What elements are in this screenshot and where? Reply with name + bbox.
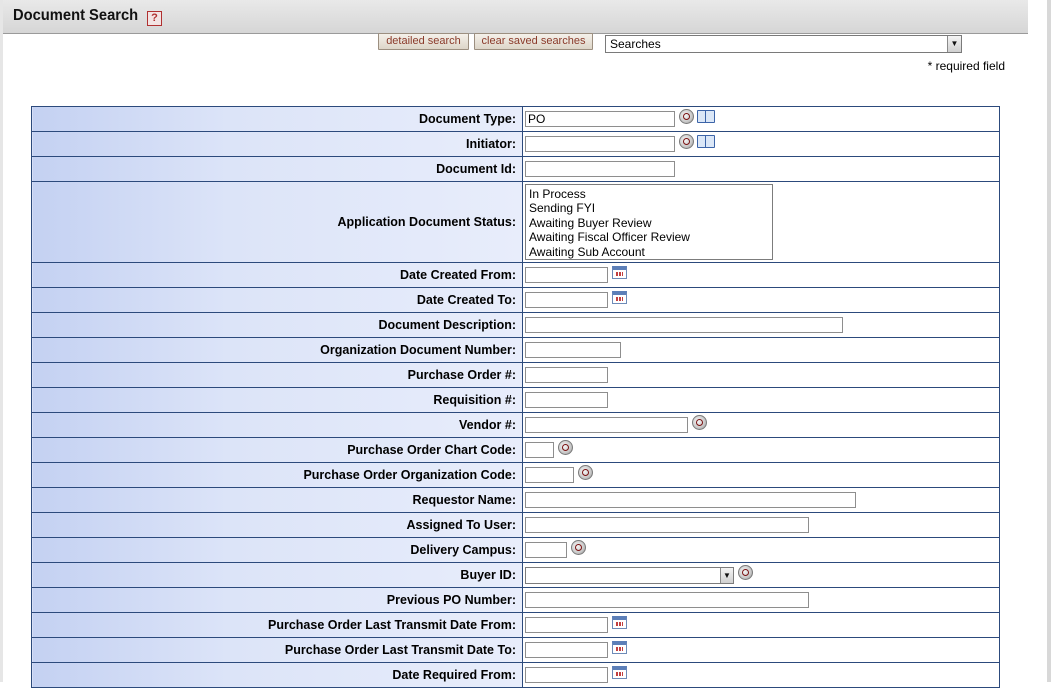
assigned-to-user-input[interactable] <box>525 517 809 533</box>
org-document-number-input[interactable] <box>525 342 621 358</box>
vendor-number-label: Vendor #: <box>31 412 523 438</box>
row-purchase-order-number: Purchase Order #: <box>31 362 1000 388</box>
list-item[interactable]: Awaiting Sub Account <box>529 245 769 259</box>
page-header: Document Search ? <box>3 0 1028 34</box>
date-created-to-label: Date Created To: <box>31 287 523 313</box>
po-last-transmit-from-input[interactable] <box>525 617 608 633</box>
lookup-icon[interactable] <box>679 133 694 149</box>
row-requisition-number: Requisition #: <box>31 387 1000 413</box>
row-assigned-to-user: Assigned To User: <box>31 512 1000 538</box>
document-description-input[interactable] <box>525 317 843 333</box>
lookup-icon[interactable] <box>738 564 753 580</box>
help-icon[interactable]: ? <box>147 11 162 26</box>
lookup-icon[interactable] <box>679 108 694 124</box>
list-item[interactable]: In Process <box>529 187 769 201</box>
requisition-number-label: Requisition #: <box>31 387 523 413</box>
po-org-code-label: Purchase Order Organization Code: <box>31 462 523 488</box>
row-document-type: Document Type: PO <box>31 106 1000 132</box>
previous-po-number-input[interactable] <box>525 592 809 608</box>
lookup-icon[interactable] <box>558 439 573 455</box>
row-date-created-from: Date Created From: <box>31 262 1000 288</box>
document-type-input[interactable]: PO <box>525 111 675 127</box>
book-icon[interactable] <box>697 134 715 148</box>
row-po-last-transmit-to: Purchase Order Last Transmit Date To: <box>31 637 1000 663</box>
row-date-required-from: Date Required From: <box>31 662 1000 688</box>
saved-searches-value: Searches <box>610 37 661 51</box>
lookup-icon[interactable] <box>578 464 593 480</box>
search-criteria-table: Document Type: PO Initiator: Document Id… <box>31 106 1000 688</box>
buyer-id-select[interactable]: ▼ <box>525 566 734 584</box>
po-chart-code-input[interactable] <box>525 442 554 458</box>
document-type-label: Document Type: <box>31 106 523 132</box>
row-delivery-campus: Delivery Campus: <box>31 537 1000 563</box>
scrollbar-track[interactable] <box>1047 0 1051 682</box>
row-po-last-transmit-from: Purchase Order Last Transmit Date From: <box>31 612 1000 638</box>
row-po-org-code: Purchase Order Organization Code: <box>31 462 1000 488</box>
initiator-label: Initiator: <box>31 131 523 157</box>
document-id-input[interactable] <box>525 161 675 177</box>
calendar-icon[interactable] <box>612 615 627 629</box>
buyer-id-label: Buyer ID: <box>31 562 523 588</box>
row-date-created-to: Date Created To: <box>31 287 1000 313</box>
document-description-label: Document Description: <box>31 312 523 338</box>
row-vendor-number: Vendor #: <box>31 412 1000 438</box>
delivery-campus-label: Delivery Campus: <box>31 537 523 563</box>
delivery-campus-input[interactable] <box>525 542 567 558</box>
po-last-transmit-from-label: Purchase Order Last Transmit Date From: <box>31 612 523 638</box>
initiator-input[interactable] <box>525 136 675 152</box>
book-icon[interactable] <box>697 109 715 123</box>
page-title: Document Search <box>13 7 139 24</box>
previous-po-number-label: Previous PO Number: <box>31 587 523 613</box>
po-chart-code-label: Purchase Order Chart Code: <box>31 437 523 463</box>
row-buyer-id: Buyer ID: ▼ <box>31 562 1000 588</box>
calendar-icon[interactable] <box>612 640 627 654</box>
saved-searches-select[interactable]: Searches ▼ <box>605 35 962 53</box>
calendar-icon[interactable] <box>612 290 627 304</box>
org-document-number-label: Organization Document Number: <box>31 337 523 363</box>
calendar-icon[interactable] <box>612 265 627 279</box>
date-required-from-label: Date Required From: <box>31 662 523 688</box>
detailed-search-button[interactable]: detailed search <box>378 33 469 50</box>
window-left-edge <box>0 0 3 682</box>
clear-saved-searches-button[interactable]: clear saved searches <box>474 33 593 50</box>
list-item[interactable]: Awaiting Buyer Review <box>529 216 769 230</box>
assigned-to-user-label: Assigned To User: <box>31 512 523 538</box>
row-app-doc-status: Application Document Status: In Process … <box>31 181 1000 263</box>
chevron-down-icon[interactable]: ▼ <box>720 567 733 583</box>
lookup-icon[interactable] <box>571 539 586 555</box>
row-po-chart-code: Purchase Order Chart Code: <box>31 437 1000 463</box>
purchase-order-number-input[interactable] <box>525 367 608 383</box>
date-required-from-input[interactable] <box>525 667 608 683</box>
list-item[interactable]: Sending FYI <box>529 201 769 215</box>
list-item[interactable]: Awaiting Fiscal Officer Review <box>529 230 769 244</box>
lookup-icon[interactable] <box>692 414 707 430</box>
document-id-label: Document Id: <box>31 156 523 182</box>
vendor-number-input[interactable] <box>525 417 688 433</box>
row-document-description: Document Description: <box>31 312 1000 338</box>
date-created-from-input[interactable] <box>525 267 608 283</box>
chevron-down-icon[interactable]: ▼ <box>947 36 961 52</box>
requestor-name-label: Requestor Name: <box>31 487 523 513</box>
row-previous-po-number: Previous PO Number: <box>31 587 1000 613</box>
calendar-icon[interactable] <box>612 665 627 679</box>
app-doc-status-listbox[interactable]: In Process Sending FYI Awaiting Buyer Re… <box>525 184 773 260</box>
row-initiator: Initiator: <box>31 131 1000 157</box>
required-field-note: * required field <box>927 59 1005 73</box>
po-last-transmit-to-input[interactable] <box>525 642 608 658</box>
date-created-from-label: Date Created From: <box>31 262 523 288</box>
date-created-to-input[interactable] <box>525 292 608 308</box>
app-doc-status-label: Application Document Status: <box>31 181 523 263</box>
po-last-transmit-to-label: Purchase Order Last Transmit Date To: <box>31 637 523 663</box>
purchase-order-number-label: Purchase Order #: <box>31 362 523 388</box>
row-requestor-name: Requestor Name: <box>31 487 1000 513</box>
requestor-name-input[interactable] <box>525 492 856 508</box>
requisition-number-input[interactable] <box>525 392 608 408</box>
row-org-document-number: Organization Document Number: <box>31 337 1000 363</box>
po-org-code-input[interactable] <box>525 467 574 483</box>
row-document-id: Document Id: <box>31 156 1000 182</box>
